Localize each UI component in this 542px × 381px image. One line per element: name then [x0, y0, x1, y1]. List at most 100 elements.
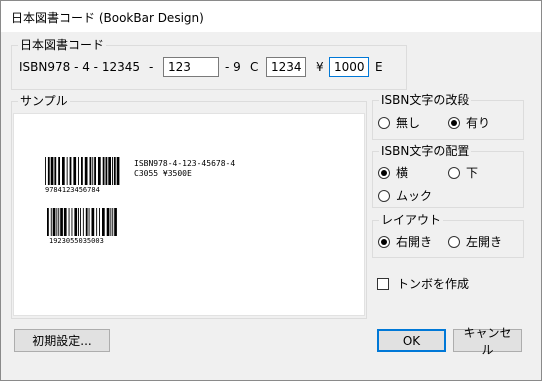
barcode-bar: [63, 208, 67, 236]
radio-placement-horizontal[interactable]: 横: [378, 164, 408, 181]
barcode-bar: [54, 157, 57, 185]
barcode-bar: [88, 208, 90, 236]
radio-circle[interactable]: [378, 189, 390, 202]
barcode-bar: [69, 157, 72, 185]
barcode-bar: [99, 208, 100, 236]
barcode-bar: [106, 208, 110, 236]
c-code-field[interactable]: [266, 57, 306, 77]
barcode-preview: ISBN978-4-123-45678-4 C3055 ¥3500E 97841…: [45, 157, 235, 245]
barcode-bar: [91, 208, 95, 236]
barcode-bar: [78, 208, 79, 236]
barcode-bar: [89, 157, 92, 185]
barcode-2: [47, 208, 117, 236]
layout-group: レイアウト 右開き 左開き: [372, 213, 524, 258]
barcode-bar: [108, 157, 111, 185]
barcode-1: [45, 157, 120, 185]
radio-circle[interactable]: [448, 235, 460, 248]
radio-circle[interactable]: [378, 116, 390, 129]
barcode-bar: [112, 157, 113, 185]
layout-group-label: レイアウト: [379, 213, 444, 227]
code-group: 日本図書コード ISBN978 - 4 - 12345 - - 9 C ¥ E: [11, 38, 407, 90]
cancel-button[interactable]: キャンセル: [453, 326, 522, 357]
barcode-bar: [116, 157, 120, 185]
barcode-bar: [84, 157, 88, 185]
barcode-bar: [102, 157, 105, 185]
dash-label: -: [149, 60, 154, 74]
barcode-bar: [50, 157, 54, 185]
radio-label: 横: [396, 166, 409, 180]
barcode-bar: [113, 157, 116, 185]
radio-circle[interactable]: [378, 166, 390, 179]
tombo-label: トンボを作成: [397, 277, 470, 291]
e-label: E: [375, 60, 383, 74]
yen-label: ¥: [316, 60, 324, 74]
barcode-bar: [45, 157, 46, 185]
barcode-bar: [80, 208, 81, 236]
radio-circle[interactable]: [378, 235, 390, 248]
isbn-text: ISBN978-4-123-45678-4: [134, 159, 235, 168]
barcode-bar: [58, 157, 60, 185]
barcode-bar: [102, 208, 105, 236]
barcode-bar: [110, 208, 112, 236]
barcode-bar: [60, 208, 63, 236]
barcode-bar: [82, 208, 84, 236]
barcode-bar: [98, 157, 101, 185]
radio-circle[interactable]: [448, 166, 460, 179]
radio-label: 有り: [466, 116, 491, 130]
barcode-bar: [85, 208, 88, 236]
placement-group-label: ISBN文字の配置: [379, 144, 472, 158]
sample-preview: ISBN978-4-123-45678-4 C3055 ¥3500E 97841…: [13, 113, 365, 316]
radio-placement-mook[interactable]: ムック: [378, 187, 432, 204]
radio-linebreak-none[interactable]: 無し: [378, 114, 420, 131]
tombo-checkbox[interactable]: トンボを作成: [377, 275, 469, 292]
barcode-bar: [52, 208, 56, 236]
price-field[interactable]: [329, 57, 369, 77]
placement-group: ISBN文字の配置 横 下 ムック: [372, 144, 524, 208]
barcode-bar: [62, 157, 65, 185]
radio-label: ムック: [396, 189, 433, 203]
barcode-bar: [105, 157, 108, 185]
barcode-bar: [50, 208, 52, 236]
barcode-bar: [68, 208, 70, 236]
c-text: C3055 ¥3500E: [134, 169, 192, 178]
radio-circle[interactable]: [448, 116, 460, 129]
barcode-bar: [81, 157, 83, 185]
code-group-label: 日本図書コード: [18, 38, 107, 52]
radio-label: 無し: [396, 116, 421, 130]
barcode-2-digits: 1923055035003: [49, 237, 104, 245]
initial-settings-button[interactable]: 初期設定...: [14, 329, 110, 352]
barcode-1-digits: 9784123456784: [45, 186, 100, 194]
barcode-bar: [71, 208, 73, 236]
barcode-bar: [78, 157, 79, 185]
dialog-window: 日本図書コード (BookBar Design) 日本図書コード ISBN978…: [0, 0, 542, 381]
isbn-prefix: ISBN978 - 4 - 12345: [19, 60, 140, 74]
checkbox-box[interactable]: [377, 277, 389, 290]
sample-group-label: サンプル: [18, 94, 70, 108]
barcode-bar: [112, 208, 114, 236]
barcode-bar: [47, 157, 50, 185]
barcode-bar: [56, 208, 58, 236]
barcode-bar: [66, 157, 68, 185]
barcode-bar: [73, 157, 77, 185]
barcode-bar: [92, 157, 94, 185]
radio-label: 右開き: [396, 235, 433, 249]
check-digit-label: - 9: [225, 60, 241, 74]
barcode-bar: [94, 157, 96, 185]
barcode-bar: [58, 208, 60, 236]
barcode-bar: [96, 208, 98, 236]
barcode-bar: [114, 208, 117, 236]
publisher-field[interactable]: [163, 57, 219, 77]
window-title: 日本図書コード (BookBar Design): [11, 11, 204, 25]
radio-layout-right[interactable]: 右開き: [378, 233, 432, 250]
radio-linebreak-yes[interactable]: 有り: [448, 114, 490, 131]
barcode-bar: [47, 208, 49, 236]
radio-layout-left[interactable]: 左開き: [448, 233, 502, 250]
linebreak-group: ISBN文字の改段 無し 有り: [372, 93, 524, 140]
radio-label: 左開き: [466, 235, 503, 249]
c-label: C: [250, 60, 259, 74]
radio-placement-bottom[interactable]: 下: [448, 164, 478, 181]
barcode-bar: [74, 208, 78, 236]
title-bar: 日本図書コード (BookBar Design): [1, 1, 541, 32]
ok-button[interactable]: OK: [377, 329, 446, 352]
linebreak-group-label: ISBN文字の改段: [379, 93, 472, 107]
